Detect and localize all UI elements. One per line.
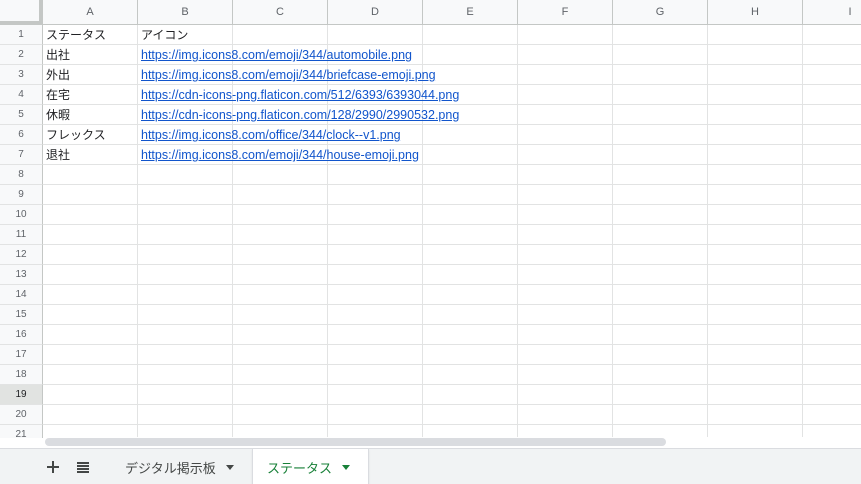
row-header-7[interactable]: 7 bbox=[0, 145, 43, 165]
grid-line bbox=[43, 424, 861, 425]
select-all-corner[interactable] bbox=[0, 0, 43, 25]
row-header-11[interactable]: 11 bbox=[0, 225, 43, 245]
cell-a4[interactable]: 在宅 bbox=[43, 85, 70, 105]
cell-b6-link[interactable]: https://img.icons8.com/office/344/clock-… bbox=[138, 125, 401, 145]
grid-line bbox=[43, 364, 861, 365]
row-header-13[interactable]: 13 bbox=[0, 265, 43, 285]
spreadsheet-grid[interactable]: A B C D E F G H I 1 2 3 4 5 6 7 8 9 10 1… bbox=[0, 0, 861, 438]
caret-down-icon bbox=[225, 464, 234, 470]
row-header-8[interactable]: 8 bbox=[0, 165, 43, 185]
grid-line bbox=[43, 384, 861, 385]
tab-label: デジタル掲示板 bbox=[125, 461, 216, 477]
row-header-3[interactable]: 3 bbox=[0, 65, 43, 85]
column-header-b[interactable]: B bbox=[138, 0, 233, 25]
cell-a2[interactable]: 出社 bbox=[43, 45, 70, 65]
grid-line bbox=[43, 224, 861, 225]
grid-line bbox=[707, 25, 708, 438]
row-header-19[interactable]: 19 bbox=[0, 385, 43, 405]
grid-line bbox=[43, 324, 861, 325]
row-header-18[interactable]: 18 bbox=[0, 365, 43, 385]
column-header-a[interactable]: A bbox=[43, 0, 138, 25]
column-header-g[interactable]: G bbox=[613, 0, 708, 25]
row-header-16[interactable]: 16 bbox=[0, 325, 43, 345]
column-header-h[interactable]: H bbox=[708, 0, 803, 25]
row-header-12[interactable]: 12 bbox=[0, 245, 43, 265]
cell-b4-link[interactable]: https://cdn-icons-png.flaticon.com/512/6… bbox=[138, 85, 459, 105]
column-header-f[interactable]: F bbox=[518, 0, 613, 25]
plus-icon bbox=[47, 461, 59, 473]
sheet-tab-bar: デジタル掲示板 ステータス bbox=[0, 448, 861, 484]
row-header-5[interactable]: 5 bbox=[0, 105, 43, 125]
row-header-6[interactable]: 6 bbox=[0, 125, 43, 145]
cell-b3-link[interactable]: https://img.icons8.com/emoji/344/briefca… bbox=[138, 65, 436, 85]
cell-a1[interactable]: ステータス bbox=[43, 25, 106, 45]
grid-line bbox=[43, 284, 861, 285]
horizontal-scrollbar-thumb[interactable] bbox=[45, 438, 666, 446]
cell-b1[interactable]: アイコン bbox=[138, 25, 188, 45]
cell-b2-link[interactable]: https://img.icons8.com/emoji/344/automob… bbox=[138, 45, 412, 65]
row-header-21[interactable]: 21 bbox=[0, 425, 43, 438]
grid-line bbox=[517, 25, 518, 438]
row-header-1[interactable]: 1 bbox=[0, 25, 43, 45]
grid-line bbox=[43, 404, 861, 405]
cell-a7[interactable]: 退社 bbox=[43, 145, 70, 165]
tab-status[interactable]: ステータス bbox=[252, 449, 369, 484]
menu-lines-icon bbox=[77, 461, 89, 473]
cell-b5-link[interactable]: https://cdn-icons-png.flaticon.com/128/2… bbox=[138, 105, 459, 125]
tab-digital-board[interactable]: デジタル掲示板 bbox=[111, 449, 248, 484]
grid-line bbox=[43, 244, 861, 245]
caret-down-icon bbox=[342, 464, 351, 470]
grid-line bbox=[43, 184, 861, 185]
grid-line bbox=[802, 25, 803, 438]
column-header-row: A B C D E F G H I bbox=[0, 0, 861, 25]
all-sheets-button[interactable] bbox=[74, 458, 92, 476]
add-sheet-button[interactable] bbox=[44, 458, 62, 476]
grid-line bbox=[43, 304, 861, 305]
row-header-20[interactable]: 20 bbox=[0, 405, 43, 425]
cell-a3[interactable]: 外出 bbox=[43, 65, 70, 85]
column-header-c[interactable]: C bbox=[233, 0, 328, 25]
grid-line bbox=[612, 25, 613, 438]
grid-line bbox=[43, 344, 861, 345]
column-header-d[interactable]: D bbox=[328, 0, 423, 25]
cell-a5[interactable]: 休暇 bbox=[43, 105, 70, 125]
cell-a6[interactable]: フレックス bbox=[43, 125, 106, 145]
row-header-15[interactable]: 15 bbox=[0, 305, 43, 325]
row-header-9[interactable]: 9 bbox=[0, 185, 43, 205]
cell-b7-link[interactable]: https://img.icons8.com/emoji/344/house-e… bbox=[138, 145, 419, 165]
column-header-e[interactable]: E bbox=[423, 0, 518, 25]
column-header-i[interactable]: I bbox=[803, 0, 861, 25]
tab-label: ステータス bbox=[267, 461, 333, 477]
row-header-17[interactable]: 17 bbox=[0, 345, 43, 365]
row-header-10[interactable]: 10 bbox=[0, 205, 43, 225]
row-header-4[interactable]: 4 bbox=[0, 85, 43, 105]
row-header-14[interactable]: 14 bbox=[0, 285, 43, 305]
grid-line bbox=[43, 264, 861, 265]
grid-line bbox=[43, 204, 861, 205]
row-header-2[interactable]: 2 bbox=[0, 45, 43, 65]
